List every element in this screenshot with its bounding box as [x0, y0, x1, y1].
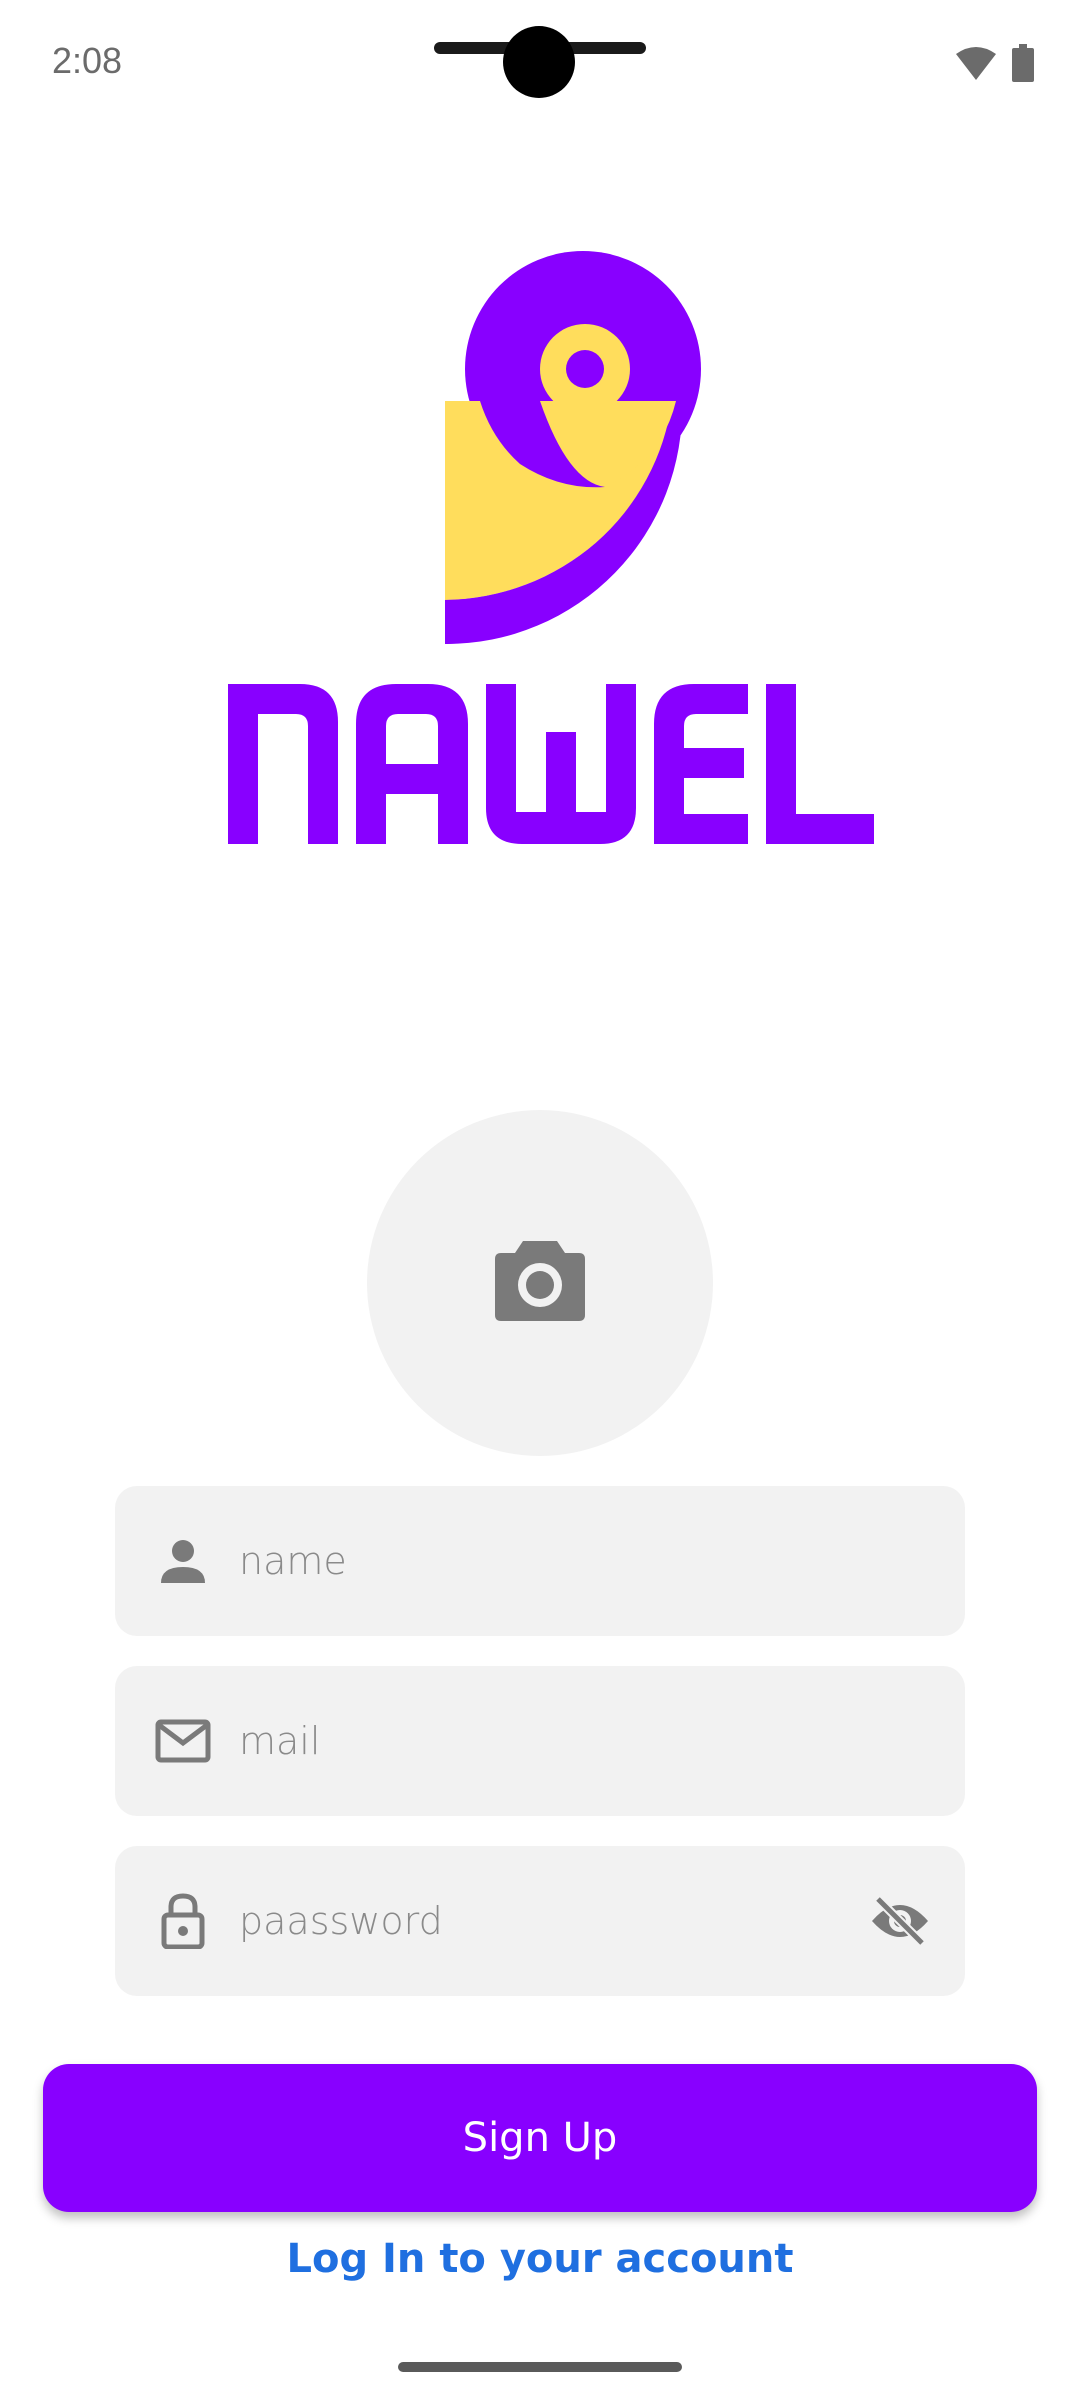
- home-indicator[interactable]: [398, 2362, 682, 2372]
- password-field[interactable]: [115, 1845, 965, 1997]
- status-bar: 2:08: [0, 0, 1080, 130]
- mail-input[interactable]: [237, 1665, 965, 1817]
- lock-icon: [153, 1891, 213, 1951]
- mail-icon: [153, 1711, 213, 1771]
- status-time: 2:08: [52, 40, 123, 81]
- eye-off-icon[interactable]: [865, 1886, 935, 1956]
- login-link[interactable]: Log In to your account: [0, 2236, 1080, 2282]
- signup-button[interactable]: Sign Up: [43, 2064, 1037, 2212]
- signup-screen: 2:08 name mail Sign Up Log In to your ac…: [0, 0, 1080, 2400]
- nawel-wordmark: [228, 684, 874, 844]
- front-camera: [503, 26, 575, 98]
- camera-icon: [495, 1241, 585, 1325]
- wifi-icon: [956, 46, 996, 84]
- mail-field[interactable]: [115, 1665, 965, 1817]
- person-icon: [153, 1531, 213, 1591]
- bird-logo-icon: [440, 244, 710, 645]
- avatar-picker[interactable]: [367, 1110, 713, 1456]
- status-icons: [956, 44, 1034, 86]
- name-field[interactable]: [115, 1485, 965, 1637]
- name-input[interactable]: [237, 1485, 965, 1637]
- password-input[interactable]: [237, 1845, 865, 1997]
- battery-icon: [1012, 44, 1034, 86]
